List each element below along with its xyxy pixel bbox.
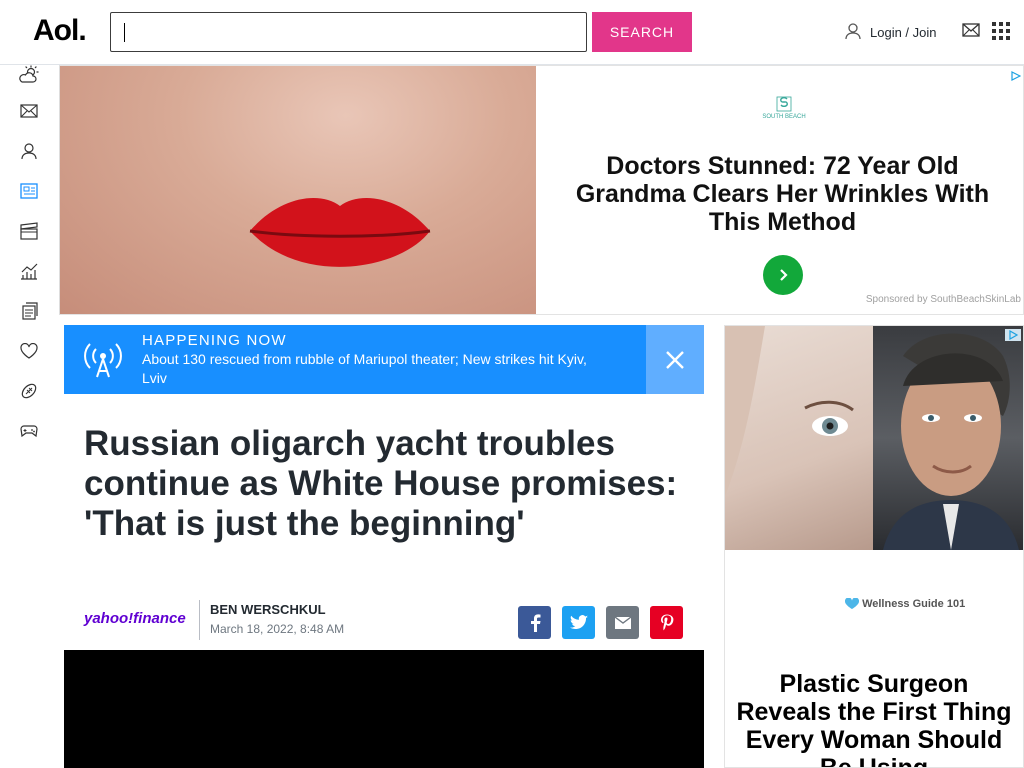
close-icon	[666, 350, 684, 369]
south-beach-logo[interactable]: SOUTH BEACH	[760, 96, 808, 120]
right-ad-headline[interactable]: Plastic Surgeon Reveals the First Thing …	[735, 670, 1013, 767]
ad-arrow-button[interactable]	[763, 255, 803, 295]
email-icon	[614, 616, 631, 629]
weather-icon[interactable]	[19, 65, 39, 85]
publish-date: March 18, 2022, 8:48 AM	[210, 622, 345, 636]
twitter-share-button[interactable]	[562, 606, 595, 639]
search-input[interactable]	[110, 12, 587, 52]
text-caret	[124, 23, 125, 42]
man-photo	[873, 326, 1023, 550]
apps-grid-icon[interactable]	[992, 22, 1010, 45]
happening-headline[interactable]: About 130 rescued from rubble of Mariupo…	[142, 350, 612, 388]
broadcast-icon	[78, 339, 128, 384]
mail-icon[interactable]	[19, 101, 39, 121]
pinterest-icon	[660, 614, 673, 630]
top-banner-ad[interactable]: SOUTH BEACH Doctors Stunned: 72 Year Old…	[59, 65, 1024, 315]
happening-kicker: HAPPENING NOW	[142, 332, 287, 349]
byline-divider	[199, 600, 200, 640]
woman-photo	[725, 326, 873, 550]
mail-icon[interactable]	[962, 23, 980, 42]
close-button[interactable]	[646, 325, 704, 394]
health-icon[interactable]	[19, 341, 39, 361]
yahoo-finance-logo[interactable]: yahoo!finance	[84, 610, 186, 627]
lips-graphic	[249, 198, 431, 267]
pinterest-share-button[interactable]	[650, 606, 683, 639]
adchoices-icon[interactable]	[1005, 328, 1021, 346]
right-rail-ad[interactable]: Wellness Guide 101 Plastic Surgeon Revea…	[724, 325, 1024, 768]
entertainment-icon[interactable]	[19, 221, 39, 241]
header: Aol. SEARCH Login / Join	[0, 0, 1024, 65]
facebook-share-button[interactable]	[518, 606, 551, 639]
ad-photo[interactable]	[725, 326, 1023, 550]
adchoices-icon[interactable]	[1011, 68, 1022, 86]
chevron-right-icon	[780, 269, 788, 281]
login-link[interactable]: Login / Join	[844, 22, 937, 43]
games-icon[interactable]	[19, 421, 39, 441]
finance-icon[interactable]	[19, 261, 39, 281]
twitter-icon	[569, 615, 588, 630]
user-icon	[844, 22, 862, 43]
sports-icon[interactable]	[19, 381, 39, 401]
facebook-icon	[530, 613, 540, 632]
user-icon[interactable]	[19, 141, 39, 161]
login-label: Login / Join	[870, 25, 937, 40]
lifestyle-icon[interactable]	[19, 301, 39, 321]
ad-image[interactable]	[60, 66, 536, 314]
ad-headline[interactable]: Doctors Stunned: 72 Year Old Grandma Cle…	[560, 152, 1005, 236]
happening-now-banner[interactable]: HAPPENING NOW About 130 rescued from rub…	[64, 325, 704, 394]
email-share-button[interactable]	[606, 606, 639, 639]
author-name[interactable]: BEN WERSCHKUL	[210, 602, 326, 617]
video-player[interactable]	[64, 650, 704, 768]
search-button[interactable]: SEARCH	[592, 12, 692, 52]
news-icon[interactable]	[19, 181, 39, 201]
article-title: Russian oligarch yacht troubles continue…	[84, 424, 678, 543]
wellness-guide-logo[interactable]: Wellness Guide 101	[844, 597, 965, 610]
aol-logo[interactable]: Aol.	[33, 14, 87, 48]
left-rail	[0, 65, 58, 768]
ad-sponsored-label[interactable]: Sponsored by SouthBeachSkinLab	[866, 294, 1021, 305]
